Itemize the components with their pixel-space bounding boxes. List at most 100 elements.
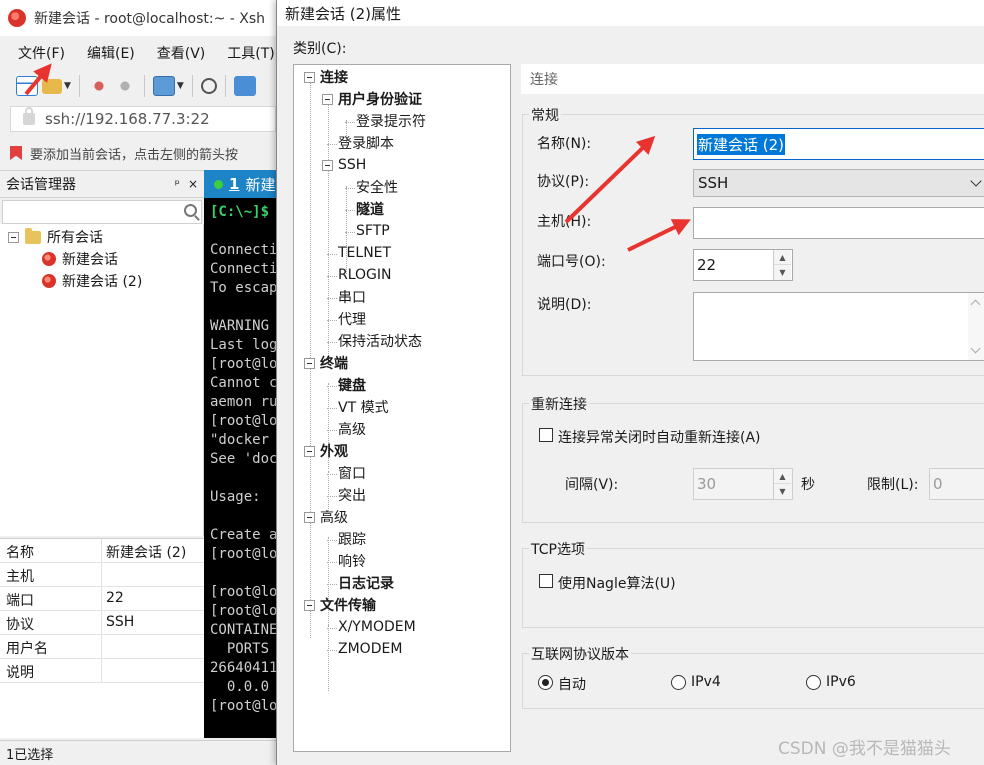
category-label: 外观 [320, 444, 348, 460]
host-field[interactable] [693, 207, 984, 239]
terminal-tab[interactable]: 1 新建 [204, 170, 280, 198]
category-item[interactable]: RLOGIN [338, 265, 392, 285]
tree-root[interactable]: 所有会话 [8, 226, 103, 248]
spin-down-icon[interactable]: ▼ [774, 265, 791, 280]
interval-spinner[interactable]: ▲ ▼ [773, 469, 791, 499]
category-item[interactable]: 响铃 [338, 551, 366, 571]
category-item[interactable]: 突出 [338, 485, 366, 505]
category-item[interactable]: 保持活动状态 [338, 331, 422, 351]
collapse-icon[interactable] [304, 445, 315, 457]
collapse-icon[interactable] [322, 159, 333, 171]
session-properties-dialog: 新建会话 (2)属性 类别(C): 连接 用户身份验证 登录提示符 登录脚本 SSH 安全… [276, 0, 984, 765]
description-label: 说明(D): [537, 297, 592, 313]
prop-value: SSH [106, 614, 135, 630]
breadcrumb: 连接 [521, 64, 984, 94]
session-search-input[interactable] [2, 200, 202, 224]
terminal-line: CONTAINE [210, 622, 278, 638]
toolbar-separator [143, 75, 145, 97]
search-icon[interactable] [200, 78, 217, 94]
ip-auto-radio[interactable] [538, 675, 553, 690]
category-item[interactable]: 代理 [338, 309, 366, 329]
protocol-select[interactable]: SSH [693, 169, 984, 197]
scroll-down-icon[interactable] [970, 343, 981, 354]
terminal-output[interactable]: [C:\~]$ Connecti Connecti To escap WARNING La… [204, 198, 280, 738]
category-item[interactable]: 隧道 [356, 199, 384, 219]
tree-item-label: 新建会话 [62, 252, 118, 268]
reconnect-group [522, 403, 984, 523]
bookmark-icon[interactable] [10, 146, 22, 160]
auto-reconnect-label[interactable]: 连接异常关闭时自动重新连接(A) [558, 427, 761, 447]
properties-icon[interactable] [152, 76, 175, 96]
auto-reconnect-checkbox[interactable] [539, 428, 553, 442]
name-field[interactable]: 新建会话 (2) [693, 128, 984, 160]
category-item[interactable]: 跟踪 [338, 529, 366, 549]
toolbar-separator [191, 75, 193, 97]
category-item[interactable]: 外观 [304, 441, 348, 461]
tcp-options-group-label: TCP选项 [529, 539, 587, 559]
category-item[interactable]: TELNET [338, 243, 391, 263]
category-item[interactable]: 终端 [304, 353, 348, 373]
scroll-up-icon[interactable] [970, 299, 981, 310]
category-item[interactable]: 用户身份验证 [322, 89, 422, 109]
name-value: 新建会话 (2) [697, 133, 786, 155]
tree-item-session-2[interactable]: 新建会话 (2) [42, 270, 142, 292]
properties-dropdown-icon[interactable]: ▼ [177, 81, 184, 91]
search-icon[interactable] [184, 204, 197, 217]
category-item[interactable]: X/YMODEM [338, 617, 416, 637]
category-item[interactable]: SFTP [356, 221, 390, 241]
menu-view[interactable]: 查看(V) [153, 41, 210, 65]
category-item[interactable]: 日志记录 [338, 573, 394, 593]
spin-down-icon[interactable]: ▼ [774, 484, 791, 499]
category-item[interactable]: ZMODEM [338, 639, 402, 659]
close-icon[interactable]: × [188, 177, 198, 191]
protocol-label: 协议(P): [537, 174, 590, 190]
category-item[interactable]: 串口 [338, 287, 366, 307]
link-bar: 要添加当前会话，点击左侧的箭头按 [10, 140, 280, 166]
spin-up-icon[interactable]: ▲ [774, 469, 791, 484]
category-item[interactable]: 高级 [338, 419, 366, 439]
pin-icon[interactable]: ᵖ [175, 177, 180, 191]
nagle-checkbox[interactable] [539, 574, 553, 588]
category-item[interactable]: 窗口 [338, 463, 366, 483]
category-item[interactable]: 键盘 [338, 375, 366, 395]
ip-auto-label[interactable]: 自动 [558, 674, 586, 694]
port-spinner[interactable]: ▲ ▼ [773, 250, 791, 280]
category-label: 文件传输 [320, 598, 376, 614]
description-scrollbar[interactable] [968, 293, 984, 360]
collapse-icon[interactable] [304, 71, 315, 83]
menu-edit[interactable]: 编辑(E) [83, 41, 139, 65]
category-label: 隧道 [356, 202, 384, 218]
open-dropdown-icon[interactable]: ▼ [64, 81, 71, 91]
spin-up-icon[interactable]: ▲ [774, 250, 791, 265]
limit-field[interactable]: 0 [929, 468, 984, 500]
collapse-icon[interactable] [304, 511, 315, 523]
category-item[interactable]: 连接 [304, 67, 348, 87]
collapse-icon[interactable] [322, 93, 333, 105]
description-field[interactable] [693, 292, 984, 361]
transfer-icon[interactable] [233, 76, 256, 96]
category-item[interactable]: 登录脚本 [338, 133, 394, 153]
xshell-title-bar: 新建会话 - root@localhost:~ - Xsh [0, 0, 280, 36]
menu-tools[interactable]: 工具(T) [223, 41, 278, 65]
address-text: ssh://192.168.77.3:22 [45, 110, 210, 128]
category-item[interactable]: 登录提示符 [356, 111, 426, 131]
terminal-line: PORTS [210, 641, 270, 657]
category-item[interactable]: 文件传输 [304, 595, 376, 615]
address-bar[interactable]: ssh://192.168.77.3:22 [10, 106, 276, 132]
ipv4-label[interactable]: IPv4 [691, 674, 721, 690]
category-item[interactable]: 高级 [304, 507, 348, 527]
category-item[interactable]: SSH [322, 155, 366, 175]
category-item[interactable]: 安全性 [356, 177, 398, 197]
tree-item-session-1[interactable]: 新建会话 [42, 248, 118, 270]
reconnect-icon[interactable] [113, 76, 136, 96]
collapse-icon[interactable] [8, 231, 19, 243]
collapse-icon[interactable] [304, 599, 315, 611]
ipv6-label[interactable]: IPv6 [826, 674, 856, 690]
disconnect-icon[interactable] [87, 76, 110, 96]
ipv6-radio[interactable] [806, 675, 821, 690]
nagle-label[interactable]: 使用Nagle算法(U) [558, 573, 676, 593]
category-item[interactable]: VT 模式 [338, 397, 389, 417]
collapse-icon[interactable] [304, 357, 315, 369]
ipv4-radio[interactable] [671, 675, 686, 690]
interval-value: 30 [697, 475, 717, 493]
